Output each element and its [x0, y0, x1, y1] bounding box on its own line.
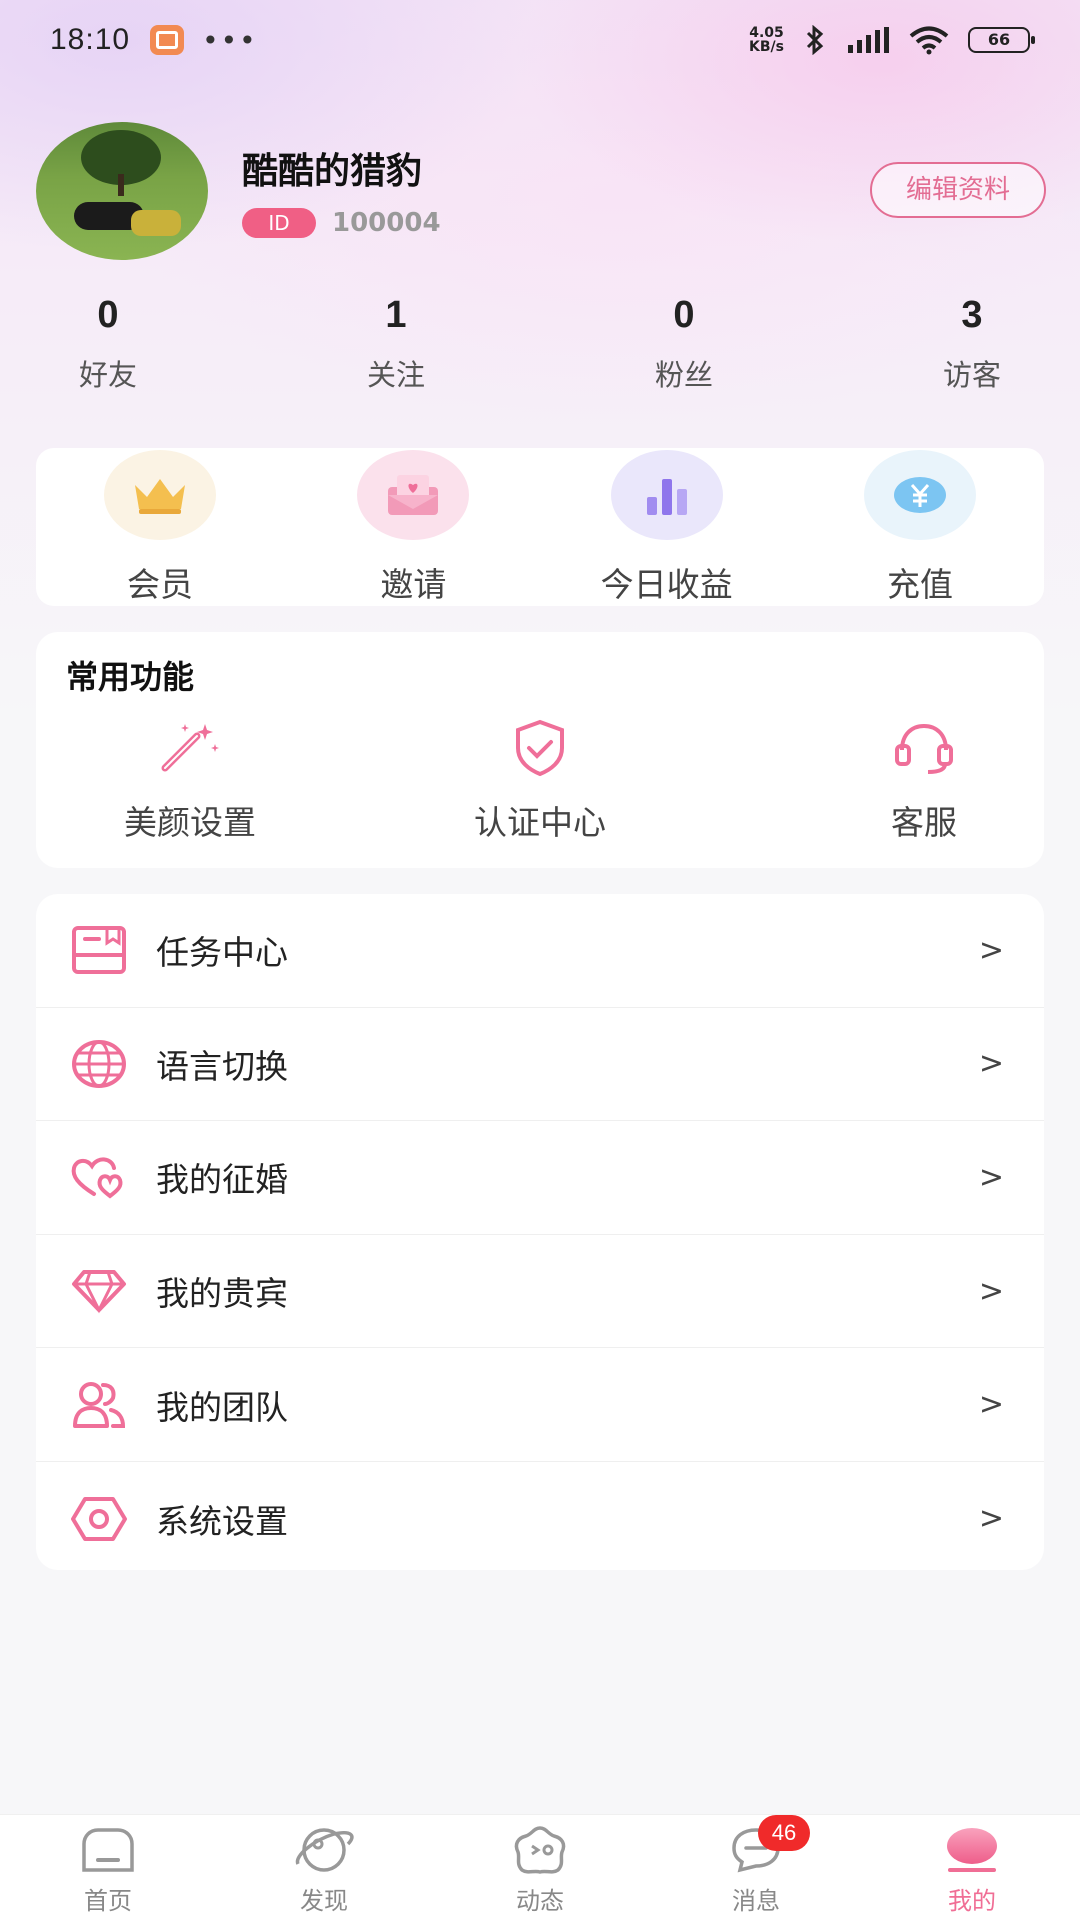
stat-value: 0	[97, 294, 119, 336]
yuan-coin-icon	[863, 450, 976, 540]
stat-following[interactable]: 1 关注	[336, 290, 456, 400]
magic-wand-icon	[80, 716, 300, 780]
tab-moments[interactable]: 动态	[432, 1815, 648, 1920]
stat-label: 访客	[942, 358, 1001, 392]
quick-action-label: 邀请	[380, 565, 447, 604]
menu-item-label: 系统设置	[156, 1501, 288, 1541]
quick-actions-card: 会员 邀请 今日收益 充值	[36, 448, 1044, 606]
stat-label: 好友	[78, 358, 137, 392]
task-box-icon	[70, 921, 128, 979]
nickname: 酷酷的猎豹	[242, 151, 423, 192]
tab-messages[interactable]: 46 消息	[648, 1815, 864, 1920]
more-notifications-icon: •••	[202, 23, 258, 57]
func-label: 客服	[891, 803, 957, 842]
chevron-right-icon: >	[978, 1273, 1004, 1309]
menu-list: 任务中心 > 语言切换 > 我的征婚 > 我的贵宾 > 我的团队 > 系统设置 …	[36, 894, 1044, 1570]
hearts-icon	[70, 1148, 128, 1206]
chevron-right-icon: >	[978, 932, 1004, 968]
wifi-icon	[909, 26, 949, 55]
quick-action-recharge[interactable]: 充值	[820, 448, 1020, 606]
stat-label: 关注	[366, 358, 425, 392]
chevron-right-icon: >	[978, 1159, 1004, 1195]
stat-visitors[interactable]: 3 访客	[912, 290, 1032, 400]
status-bar: 18:10 ••• 4.05 KB/s 66	[0, 0, 1080, 80]
stat-friends[interactable]: 0 好友	[48, 290, 168, 400]
user-id: 100004	[332, 208, 441, 238]
menu-item-task-center[interactable]: 任务中心 >	[36, 894, 1044, 1008]
menu-item-language[interactable]: 语言切换 >	[36, 1008, 1044, 1122]
func-beauty-settings[interactable]: 美颜设置	[80, 716, 300, 844]
quick-action-earnings[interactable]: 今日收益	[567, 448, 767, 606]
func-verification-center[interactable]: 认证中心	[430, 716, 650, 844]
shield-check-icon	[430, 716, 650, 780]
chevron-right-icon: >	[978, 1387, 1004, 1423]
signal-icon	[848, 27, 889, 53]
menu-item-label: 我的贵宾	[156, 1274, 288, 1314]
id-badge: ID	[242, 208, 316, 238]
bar-chart-icon	[610, 450, 723, 540]
diamond-icon	[70, 1262, 128, 1320]
quick-action-vip[interactable]: 会员	[60, 448, 260, 606]
menu-item-label: 语言切换	[156, 1046, 288, 1086]
func-label: 美颜设置	[124, 803, 256, 842]
menu-item-vip[interactable]: 我的贵宾 >	[36, 1235, 1044, 1349]
menu-item-team[interactable]: 我的团队 >	[36, 1348, 1044, 1462]
planet-icon	[216, 1823, 432, 1877]
status-indicators: 4.05 KB/s 66	[749, 25, 1035, 55]
chat-bubble-icon	[648, 1823, 864, 1877]
settings-hexagon-icon	[70, 1490, 128, 1548]
globe-icon	[70, 1035, 128, 1093]
chevron-right-icon: >	[978, 1046, 1004, 1082]
chevron-right-icon: >	[978, 1501, 1004, 1537]
app-notification-icon	[150, 25, 185, 55]
avatar[interactable]	[36, 122, 208, 260]
edit-profile-button[interactable]: 编辑资料	[870, 162, 1046, 218]
quick-action-label: 会员	[127, 565, 193, 604]
menu-item-system-settings[interactable]: 系统设置 >	[36, 1462, 1044, 1570]
tab-label: 动态	[516, 1887, 564, 1915]
menu-item-label: 任务中心	[156, 933, 288, 973]
stat-value: 3	[961, 294, 983, 336]
envelope-heart-icon	[357, 450, 470, 540]
home-icon	[0, 1823, 216, 1877]
team-icon	[70, 1376, 128, 1434]
tab-home[interactable]: 首页	[0, 1815, 216, 1920]
bottom-tab-bar: 首页 发现 动态 46 消息 我的	[0, 1814, 1080, 1920]
network-speed-value: 4.05	[749, 25, 784, 41]
stat-value: 0	[673, 294, 695, 336]
network-speed: 4.05 KB/s	[749, 26, 784, 54]
common-functions-card: 常用功能 美颜设置 认证中心 客服	[36, 632, 1044, 868]
tab-profile[interactable]: 我的	[864, 1815, 1080, 1920]
stats-row: 0 好友 1 关注 0 粉丝 3 访客	[0, 290, 1080, 400]
tab-label: 我的	[948, 1887, 996, 1915]
menu-item-matchmaking[interactable]: 我的征婚 >	[36, 1121, 1044, 1235]
stat-value: 1	[385, 294, 407, 336]
menu-item-label: 我的团队	[156, 1387, 288, 1427]
network-speed-unit: KB/s	[749, 39, 784, 55]
tab-label: 发现	[300, 1887, 348, 1915]
stat-label: 粉丝	[654, 358, 713, 392]
status-time: 18:10	[50, 23, 131, 56]
quick-action-invite[interactable]: 邀请	[313, 448, 513, 606]
menu-item-label: 我的征婚	[156, 1160, 288, 1200]
star-face-icon	[432, 1823, 648, 1877]
tab-discover[interactable]: 发现	[216, 1815, 432, 1920]
quick-action-label: 今日收益	[600, 565, 733, 604]
tab-label: 首页	[84, 1887, 132, 1915]
section-title: 常用功能	[66, 658, 195, 696]
func-customer-service[interactable]: 客服	[814, 716, 1034, 844]
unread-badge: 46	[758, 1815, 810, 1851]
tab-label: 消息	[732, 1887, 780, 1915]
battery-icon: 66	[968, 27, 1035, 53]
stat-fans[interactable]: 0 粉丝	[624, 290, 744, 400]
bluetooth-icon	[806, 25, 824, 55]
func-label: 认证中心	[474, 803, 606, 842]
profile-header: 酷酷的猎豹 ID 100004 编辑资料	[36, 122, 1046, 262]
headset-icon	[814, 716, 1034, 780]
profile-dot-icon	[864, 1823, 1080, 1877]
crown-icon	[104, 450, 216, 540]
quick-action-label: 充值	[886, 565, 953, 604]
